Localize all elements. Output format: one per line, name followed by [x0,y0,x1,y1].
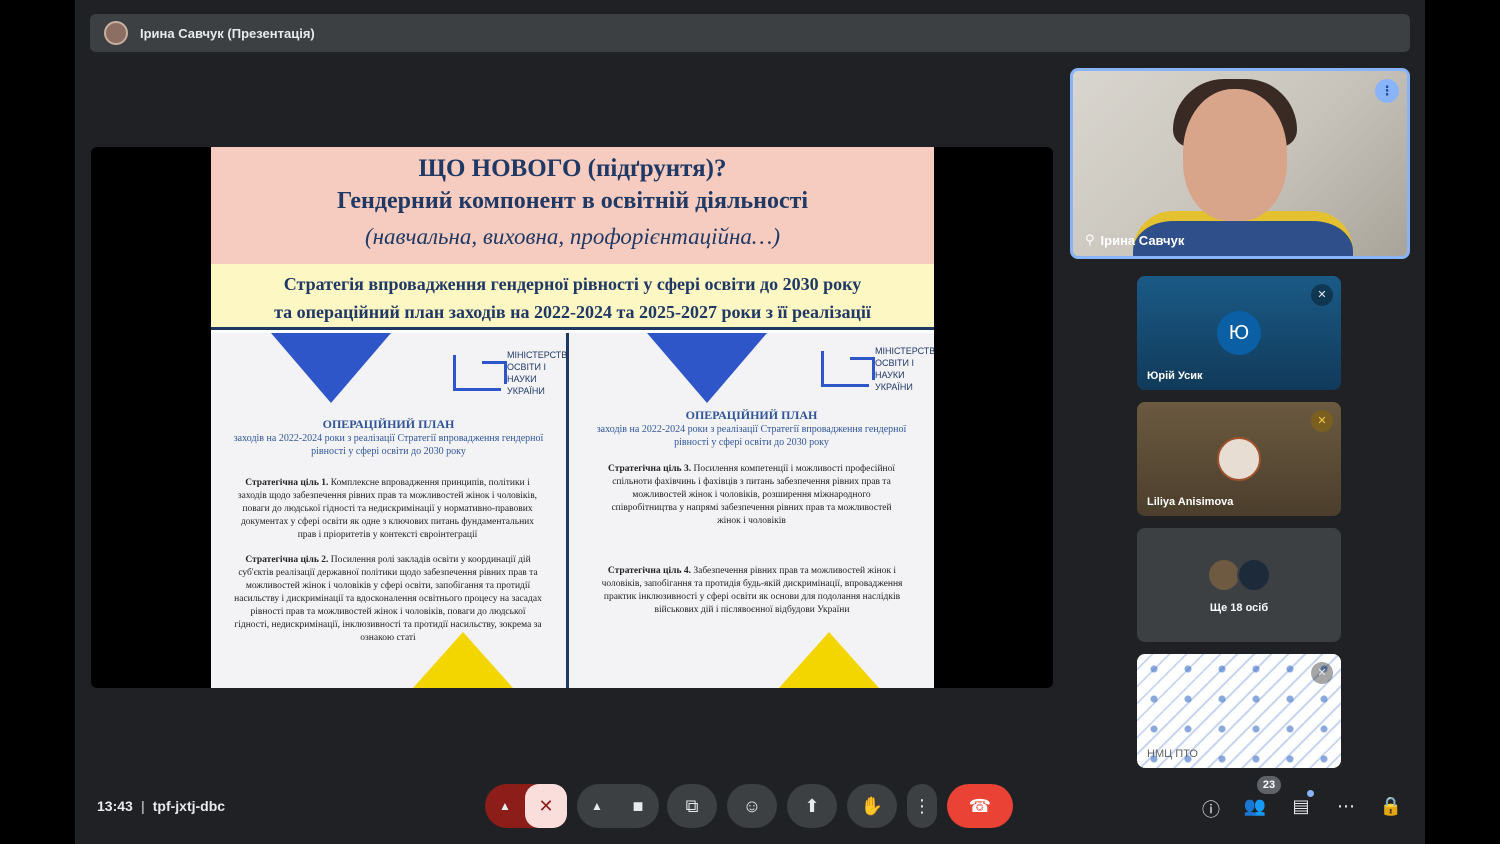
avatar [1207,558,1241,592]
mic-toggle-button[interactable]: ✕ [525,784,567,828]
mic-off-icon: ✕ [1311,284,1333,306]
mic-control-group: ▲ ✕ [485,784,567,828]
people-icon: 👥 [1243,796,1267,816]
avatar [1237,558,1271,592]
captions-button[interactable]: ⧉ [667,784,717,828]
decor-triangle-icon [271,333,391,403]
plan-title: ОПЕРАЦІЙНИЙ ПЛАН [685,408,818,422]
mic-off-icon: ✕ [1311,662,1333,684]
meet-app: Ірина Савчук (Презентація) ЩО НОВОГО (пі… [75,0,1425,844]
apps-icon: ⋯ [1337,796,1355,816]
pin-icon: ⚲ [1085,232,1095,247]
plan-subtitle: заходів на 2022-2024 роки з реалізації С… [596,424,907,448]
plan-title: ОПЕРАЦІЙНИЙ ПЛАН [322,417,455,431]
participant-count-badge: 23 [1257,776,1281,794]
camera-toggle-button[interactable]: ■ [617,784,659,828]
decor-triangle-icon [413,632,513,688]
chevron-up-icon[interactable]: ▲ [577,784,617,828]
speaking-indicator-icon: ⋮ [1375,79,1399,103]
host-controls-icon: 🔒 [1379,796,1403,816]
captions-icon: ⧉ [685,795,699,816]
meeting-info: 13:43 | tpf-jxtj-dbc [97,798,225,814]
ministry-logo-text: МІНІСТЕРСТВО ОСВІТИ І НАУКИ УКРАЇНИ [507,350,566,396]
participant-tile-presenter[interactable]: ⋮ ⚲ Ірина Савчук [1070,68,1410,259]
slide-title: ЩО НОВОГО (підґрунтя)? [418,155,727,182]
ministry-logo: МІНІСТЕРСТВО ОСВІТИ І НАУКИ УКРАЇНИ [453,349,566,397]
more-vert-icon: ⋮ [913,795,931,816]
strategy-line-1: Стратегія впровадження гендерної рівност… [283,274,862,294]
video-face [1183,89,1287,221]
camera-icon: ■ [632,795,644,816]
avatar: Ю [1217,311,1261,355]
strategic-goal-3: Стратегічна ціль 3. Посилення компетенці… [608,464,895,526]
participant-tile-more[interactable]: Ще 18 осіб [1137,528,1341,642]
ministry-logo-icon [453,355,507,391]
chevron-up-icon[interactable]: ▲ [485,784,525,828]
mic-off-icon: ✕ [1311,410,1333,432]
people-button[interactable]: 👥 [1241,796,1269,817]
slide-strategy: Стратегія впровадження гендерної рівност… [211,264,934,330]
slide-panel-left: МІНІСТЕРСТВО ОСВІТИ І НАУКИ УКРАЇНИ ОПЕР… [211,333,566,688]
chat-button[interactable]: ▤ [1287,796,1315,817]
present-button[interactable]: ⬆ [787,784,837,828]
presenter-avatar [104,21,128,45]
participant-tile-liliya[interactable]: ✕ Liliya Anisimova [1137,402,1341,516]
strategy-line-2: та операційний план заходів на 2022-2024… [274,302,871,322]
plan-subtitle: заходів на 2022-2024 роки з реалізації С… [233,433,544,457]
more-options-button[interactable]: ⋮ [907,784,937,828]
decor-triangle-icon [647,333,767,403]
raise-hand-button[interactable]: ✋ [847,784,897,828]
chat-icon: ▤ [1292,796,1310,816]
more-participants-label: Ще 18 осіб [1209,602,1269,614]
decor-triangle-icon [779,632,879,688]
participant-tile-yuri[interactable]: ✕ Ю Юрій Усик [1137,276,1341,390]
avatar [1217,437,1261,481]
participant-name: Юрій Усик [1147,370,1203,382]
participant-name: Liliya Anisimova [1147,496,1234,508]
presenter-banner: Ірина Савчук (Презентація) [90,14,1410,52]
clock: 13:43 [97,798,133,814]
mic-off-icon: ✕ [538,795,554,816]
slide-panels: МІНІСТЕРСТВО ОСВІТИ І НАУКИ УКРАЇНИ ОПЕР… [211,333,934,688]
camera-control-group: ▲ ■ [577,784,659,828]
call-end-icon: ☎ [968,795,992,816]
info-icon: ⓘ [1202,800,1220,820]
meeting-details-button[interactable]: ⓘ [1197,796,1225,822]
emoji-icon: ☺ [742,795,762,816]
strategic-goal-4: Стратегічна ціль 4. Забезпечення рівних … [601,566,903,615]
present-icon: ⬆ [804,795,820,816]
slide-header: ЩО НОВОГО (підґрунтя)? Гендерний компоне… [211,147,934,264]
emoji-button[interactable]: ☺ [727,784,777,828]
presenter-banner-text: Ірина Савчук (Презентація) [140,25,315,41]
ministry-logo: МІНІСТЕРСТВО ОСВІТИ І НАУКИ УКРАЇНИ [821,345,934,393]
chat-notification-dot [1307,790,1314,797]
participant-name: ⚲ Ірина Савчук [1085,232,1185,248]
activities-button[interactable]: ⋯ [1332,796,1360,817]
presentation-stage: ЩО НОВОГО (підґрунтя)? Гендерний компоне… [91,147,1053,688]
presentation-slide: ЩО НОВОГО (підґрунтя)? Гендерний компоне… [211,147,934,688]
raise-hand-icon: ✋ [860,795,884,816]
control-bar: 13:43 | tpf-jxtj-dbc ▲ ✕ ▲ ■ ⧉ ☺ ⬆ ✋ ⋮ ☎ ⓘ… [75,776,1425,836]
slide-panel-right: МІНІСТЕРСТВО ОСВІТИ І НАУКИ УКРАЇНИ ОПЕР… [566,333,934,688]
host-controls-button[interactable]: 🔒 [1377,796,1405,817]
slide-subtitle: Гендерний компонент в освітній діяльност… [336,188,809,214]
slide-subtitle-italic: (навчальна, виховна, профорієнтаційна…) [364,224,781,249]
leave-call-button[interactable]: ☎ [947,784,1013,828]
strategic-goal-1: Стратегічна ціль 1. Комплексне впровадже… [237,478,538,540]
ministry-logo-icon [821,351,875,387]
meeting-code: tpf-jxtj-dbc [152,798,226,814]
participant-name: НМЦ ПТО [1147,748,1198,760]
ministry-logo-text: МІНІСТЕРСТВО ОСВІТИ І НАУКИ УКРАЇНИ [875,346,934,392]
participant-tile-nmc[interactable]: ✕ НМЦ ПТО [1137,654,1341,768]
separator: | [140,798,145,814]
